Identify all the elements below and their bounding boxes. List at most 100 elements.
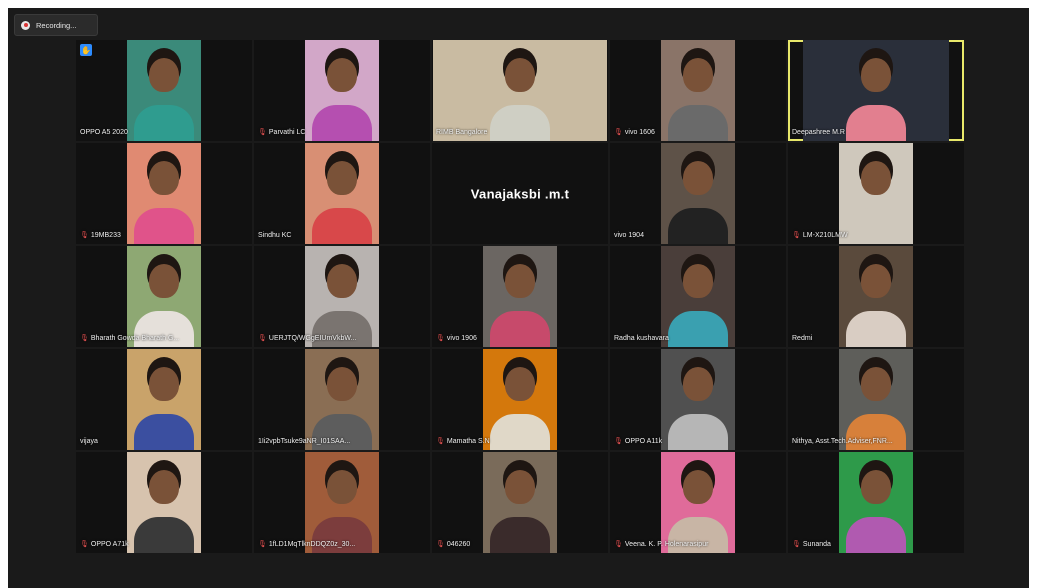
participant-name: Sunanda bbox=[802, 540, 831, 548]
participant-name: Nithya, Asst.Tech.Adviser,FNR... bbox=[792, 437, 893, 445]
participant-face bbox=[861, 470, 891, 504]
participant-tile[interactable]: RIMB Bangalore bbox=[432, 40, 608, 141]
participant-body bbox=[668, 414, 728, 450]
participant-name-label: 🎙 OPPO A11k bbox=[614, 435, 662, 447]
participant-tile[interactable]: 🎙 OPPO A71k bbox=[76, 452, 252, 553]
participant-tile[interactable]: 🎙 1fLD1MqTlknDDQZ0z_30... bbox=[254, 452, 430, 553]
participant-video bbox=[839, 452, 913, 553]
participant-name-label: 🎙 Mamatha S.N bbox=[436, 435, 490, 447]
participant-tile[interactable]: vivo 1904 bbox=[610, 143, 786, 244]
participant-video bbox=[661, 246, 735, 347]
participant-video bbox=[839, 143, 913, 244]
participant-tile[interactable]: 🎙 vivo 1906 bbox=[432, 246, 608, 347]
participant-body bbox=[490, 105, 550, 141]
participant-tile[interactable]: 🎙 Parvathi LC bbox=[254, 40, 430, 141]
participant-face bbox=[327, 58, 357, 92]
participant-name-label: OPPO A5 2020 bbox=[80, 126, 128, 138]
participant-name-label: 🎙 vivo 1606 bbox=[614, 126, 655, 138]
participant-name-label: vijaya bbox=[80, 435, 98, 447]
participant-tile[interactable]: Redmi bbox=[788, 246, 964, 347]
recording-label: Recording... bbox=[36, 20, 77, 30]
participant-body bbox=[134, 208, 194, 244]
participant-name: Parvathi LC bbox=[268, 128, 306, 136]
participant-name-label: 🎙 046260 bbox=[436, 538, 470, 550]
participant-name: Bharath Gowda Bharath G... bbox=[90, 334, 180, 342]
participant-body bbox=[668, 311, 728, 347]
participant-face bbox=[505, 264, 535, 298]
participant-name-label: 🎙 LM-X210LMW bbox=[792, 229, 848, 241]
participant-name-label: vivo 1904 bbox=[614, 229, 644, 241]
participant-tile[interactable]: vijaya bbox=[76, 349, 252, 450]
mic-muted-icon: 🎙 bbox=[80, 541, 89, 548]
participant-face bbox=[683, 161, 713, 195]
mic-muted-icon: 🎙 bbox=[614, 129, 623, 136]
participant-face bbox=[683, 58, 713, 92]
participant-tile[interactable]: 🎙 OPPO A11k bbox=[610, 349, 786, 450]
participant-face bbox=[327, 161, 357, 195]
participant-name: OPPO A71k bbox=[90, 540, 129, 548]
participant-video bbox=[305, 143, 379, 244]
mic-muted-icon: 🎙 bbox=[258, 129, 267, 136]
participant-name: Mamatha S.N bbox=[446, 437, 490, 445]
participant-name: RIMB Bangalore bbox=[436, 128, 488, 136]
participant-face bbox=[149, 161, 179, 195]
participant-body bbox=[134, 517, 194, 553]
participant-name-label: Deepashree M.R bbox=[792, 126, 845, 138]
participant-tile[interactable]: 🎙 vivo 1606 bbox=[610, 40, 786, 141]
participant-body bbox=[490, 414, 550, 450]
mic-muted-icon: 🎙 bbox=[792, 232, 801, 239]
participant-body bbox=[490, 311, 550, 347]
participant-name-label: 🎙 UERJTQ/WGgEIUmVkbW... bbox=[258, 332, 356, 344]
participant-name: OPPO A11k bbox=[624, 437, 663, 445]
participant-name-label: Redmi bbox=[792, 332, 812, 344]
participant-tile[interactable]: 🎙 Veena. K. P. Holenarasipur bbox=[610, 452, 786, 553]
participant-face bbox=[505, 367, 535, 401]
record-icon bbox=[21, 20, 30, 30]
participant-tile[interactable]: Deepashree M.R bbox=[788, 40, 964, 141]
mic-muted-icon: 🎙 bbox=[614, 438, 623, 445]
participant-face bbox=[149, 264, 179, 298]
participant-tile[interactable]: Sindhu KC bbox=[254, 143, 430, 244]
participant-body bbox=[312, 208, 372, 244]
participant-body bbox=[846, 517, 906, 553]
participant-body bbox=[134, 105, 194, 141]
gallery-grid: ✋ OPPO A5 2020 🎙 Parvathi LC RIMB Bangalore 🎙… bbox=[76, 40, 964, 553]
participant-face bbox=[861, 58, 891, 92]
participant-tile[interactable]: Radha kushavara bbox=[610, 246, 786, 347]
mic-muted-icon: 🎙 bbox=[258, 541, 267, 548]
participant-face bbox=[861, 264, 891, 298]
participant-tile[interactable]: 🎙 Bharath Gowda Bharath G... bbox=[76, 246, 252, 347]
participant-tile[interactable]: 🎙 19MB233 bbox=[76, 143, 252, 244]
participant-tile[interactable]: 🎙 UERJTQ/WGgEIUmVkbW... bbox=[254, 246, 430, 347]
participant-name-label: 🎙 vivo 1906 bbox=[436, 332, 477, 344]
participant-name-center: Vanajaksbi .m.t bbox=[470, 186, 570, 201]
participant-body bbox=[668, 208, 728, 244]
participant-name: 1Ii2vpbTsuke9aNR_I01SAA... bbox=[258, 437, 351, 445]
participant-tile[interactable]: Nithya, Asst.Tech.Adviser,FNR... bbox=[788, 349, 964, 450]
participant-tile[interactable]: 🎙 LM-X210LMW bbox=[788, 143, 964, 244]
participant-tile[interactable]: 🎙 046260 bbox=[432, 452, 608, 553]
participant-video bbox=[305, 40, 379, 141]
participant-name: 19MB233 bbox=[90, 231, 121, 239]
participant-face bbox=[683, 367, 713, 401]
participant-tile[interactable]: 🎙 Mamatha S.N bbox=[432, 349, 608, 450]
participant-face bbox=[149, 58, 179, 92]
participant-body bbox=[312, 105, 372, 141]
participant-name: vijaya bbox=[80, 437, 98, 445]
participant-face bbox=[505, 470, 535, 504]
participant-tile[interactable]: Vanajaksbi .m.t bbox=[432, 143, 608, 244]
participant-face bbox=[149, 367, 179, 401]
participant-name-label: 🎙 Veena. K. P. Holenarasipur bbox=[614, 538, 708, 550]
participant-name: Deepashree M.R bbox=[792, 128, 845, 136]
participant-face bbox=[327, 470, 357, 504]
participant-name: 1fLD1MqTlknDDQZ0z_30... bbox=[268, 540, 356, 548]
participant-face bbox=[683, 470, 713, 504]
recording-indicator[interactable]: Recording... bbox=[14, 14, 98, 36]
participant-name-label: 🎙 19MB233 bbox=[80, 229, 121, 241]
participant-face bbox=[861, 161, 891, 195]
participant-tile[interactable]: ✋ OPPO A5 2020 bbox=[76, 40, 252, 141]
participant-video bbox=[661, 40, 735, 141]
participant-tile[interactable]: 🎙 Sunanda bbox=[788, 452, 964, 553]
participant-name: UERJTQ/WGgEIUmVkbW... bbox=[268, 334, 357, 342]
participant-tile[interactable]: 1Ii2vpbTsuke9aNR_I01SAA... bbox=[254, 349, 430, 450]
